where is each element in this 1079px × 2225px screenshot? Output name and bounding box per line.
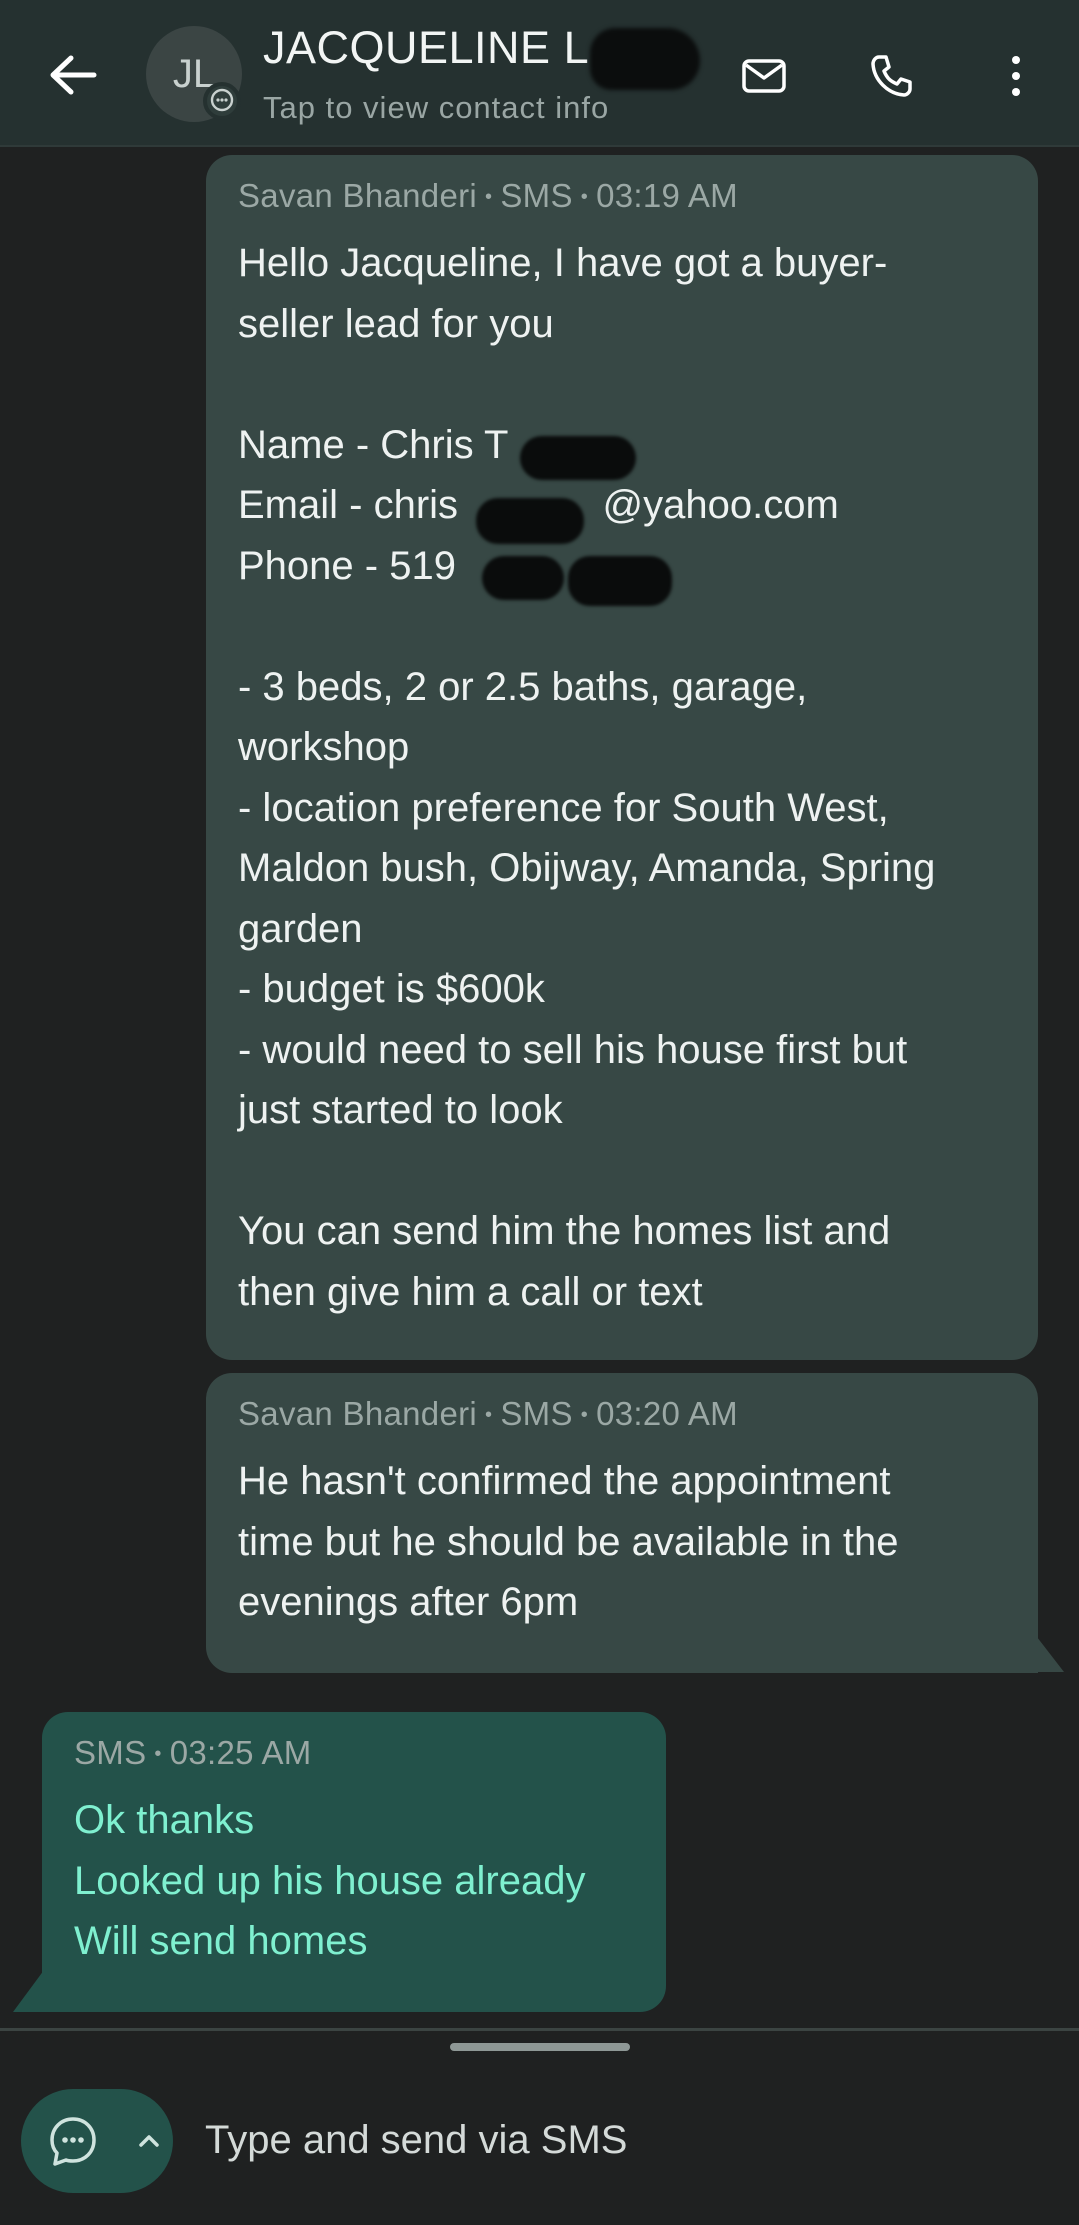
- arrow-left-icon: [50, 55, 97, 95]
- message-meta: Savan Bhanderi • SMS • 03:19 AM: [238, 177, 738, 214]
- contact-info-link[interactable]: Tap to view contact info: [263, 90, 609, 126]
- back-button[interactable]: [40, 44, 106, 110]
- call-button[interactable]: [854, 40, 926, 112]
- message-type-toggle[interactable]: [21, 2089, 173, 2193]
- conversation-screen: JL JACQUELINE L Tap to view contact info: [0, 0, 1079, 2225]
- drag-handle[interactable]: [450, 2043, 630, 2051]
- more-vert-icon: [1012, 56, 1020, 96]
- channel-label: SMS: [500, 177, 573, 214]
- more-options-button[interactable]: [980, 40, 1052, 112]
- message-text: Ok thanks Looked up his house already Wi…: [74, 1798, 586, 1963]
- message-time: 03:19 AM: [596, 177, 738, 214]
- bubble-tail: [1030, 1628, 1064, 1672]
- message-time: 03:25 AM: [169, 1734, 312, 1771]
- mail-icon: [742, 59, 786, 93]
- message-meta: Savan Bhanderi • SMS • 03:20 AM: [238, 1395, 738, 1432]
- message-text: Hello Jacqueline, I have got a buyer- se…: [238, 241, 936, 1314]
- message-meta: SMS • 03:25 AM: [74, 1734, 312, 1771]
- message-bubble-outgoing[interactable]: Savan Bhanderi • SMS • 03:20 AM He hasn't co…: [206, 1373, 1038, 1673]
- conversation-header: JL JACQUELINE L Tap to view contact info: [0, 0, 1079, 147]
- sender-name: Savan Bhanderi: [238, 177, 478, 214]
- channel-label: SMS: [74, 1734, 147, 1771]
- channel-label: SMS: [500, 1395, 573, 1432]
- redaction-mark: [482, 556, 564, 600]
- redaction-mark: [476, 498, 584, 544]
- bubble-tail: [13, 1966, 47, 2012]
- redaction-mark: [568, 556, 672, 606]
- message-bubble-outgoing[interactable]: Savan Bhanderi • SMS • 03:19 AM Hello Jacque…: [206, 155, 1038, 1360]
- message-time: 03:20 AM: [596, 1395, 738, 1432]
- sender-name: Savan Bhanderi: [238, 1395, 478, 1432]
- message-text: He hasn't confirmed the appointment time…: [238, 1459, 899, 1624]
- message-bubble-incoming[interactable]: SMS • 03:25 AM Ok thanks Looked up his hou…: [42, 1712, 666, 2012]
- composer-divider: [0, 2028, 1079, 2031]
- message-input[interactable]: [205, 2105, 1045, 2175]
- redaction-mark: [520, 436, 636, 480]
- sms-badge-icon: [203, 82, 241, 120]
- redaction-mark: [590, 28, 700, 90]
- phone-icon: [871, 55, 912, 97]
- contact-name[interactable]: JACQUELINE L: [263, 22, 589, 74]
- chat-bubble-icon: [50, 2117, 159, 2166]
- email-button[interactable]: [728, 40, 800, 112]
